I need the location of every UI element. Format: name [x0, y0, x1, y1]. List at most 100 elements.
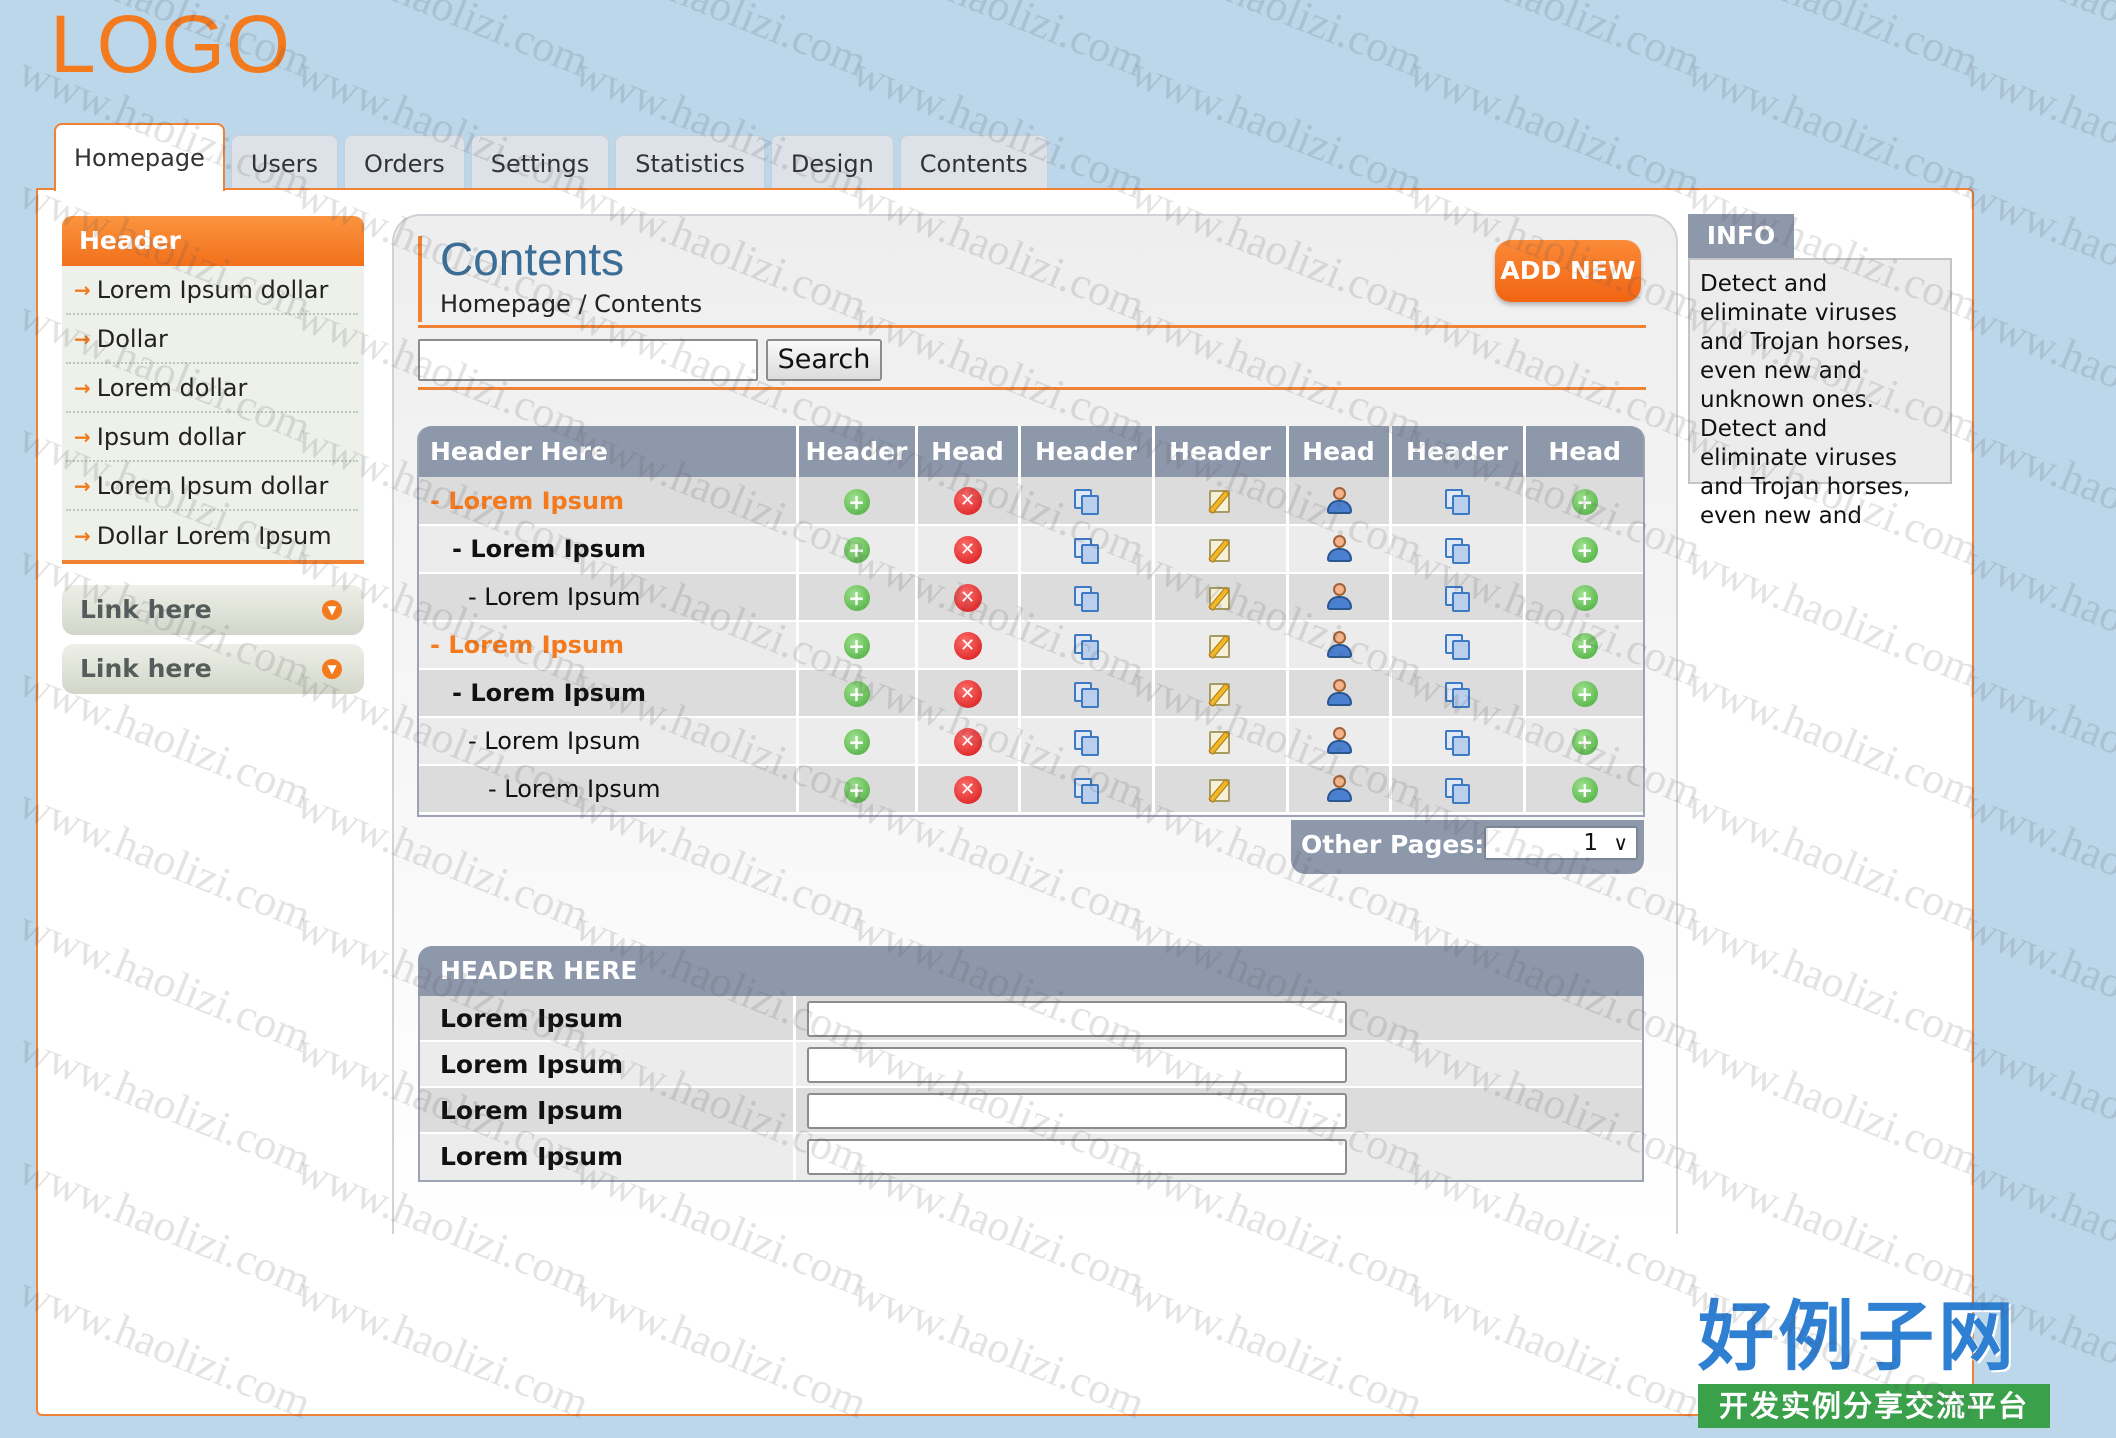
- tab-contents[interactable]: Contents: [899, 135, 1048, 191]
- add-icon[interactable]: +: [1571, 777, 1598, 803]
- form-row: Lorem Ipsum: [420, 1134, 1642, 1180]
- user-icon[interactable]: [1325, 774, 1353, 804]
- delete-icon[interactable]: ✕: [953, 535, 982, 564]
- icon-cell: +: [797, 573, 918, 622]
- delete-icon[interactable]: ✕: [953, 775, 982, 804]
- delete-icon[interactable]: ✕: [953, 727, 982, 756]
- table-row: - Lorem Ipsum + ✕ +: [418, 573, 1644, 622]
- tab-design[interactable]: Design: [770, 135, 894, 191]
- sidebar-item[interactable]: → Lorem Ipsum dollar: [66, 266, 358, 315]
- edit-icon[interactable]: [1206, 584, 1234, 612]
- copy-icon[interactable]: [1072, 776, 1100, 804]
- add-icon[interactable]: +: [1571, 729, 1598, 755]
- sidebar-item[interactable]: → Lorem Ipsum dollar: [66, 462, 358, 511]
- add-icon[interactable]: +: [1571, 633, 1598, 659]
- tab-orders[interactable]: Orders: [344, 135, 465, 191]
- copy-icon[interactable]: [1072, 680, 1100, 708]
- search-button[interactable]: Search: [766, 339, 882, 381]
- add-icon[interactable]: +: [843, 777, 870, 803]
- tab-users[interactable]: Users: [230, 135, 339, 191]
- sidebar-link-label: Link here: [80, 595, 212, 624]
- copy-icon[interactable]: [1072, 584, 1100, 612]
- icon-cell: [1019, 621, 1155, 670]
- copy-icon[interactable]: [1443, 632, 1471, 660]
- sidebar-item-label: Lorem Ipsum dollar: [96, 275, 329, 304]
- add-icon[interactable]: +: [843, 537, 870, 563]
- page-select[interactable]: 1 ∨: [1484, 826, 1638, 860]
- copy-icon[interactable]: [1443, 584, 1471, 612]
- tab-statistics[interactable]: Statistics: [615, 135, 765, 191]
- watermark-text: www.haolizi.com: [568, 0, 874, 87]
- form-input[interactable]: [807, 1139, 1347, 1175]
- column-header: Head: [1524, 426, 1644, 477]
- user-icon[interactable]: [1325, 582, 1353, 612]
- form-input[interactable]: [807, 1047, 1347, 1083]
- delete-icon[interactable]: ✕: [953, 631, 982, 660]
- column-header: Head: [1287, 426, 1392, 477]
- chevron-down-icon: ▼: [322, 600, 342, 620]
- edit-icon[interactable]: [1206, 487, 1234, 515]
- tab-settings[interactable]: Settings: [470, 135, 610, 191]
- icon-cell: [1287, 477, 1392, 526]
- edit-icon[interactable]: [1206, 776, 1234, 804]
- user-icon[interactable]: [1325, 630, 1353, 660]
- sidebar-item[interactable]: → Dollar Lorem Ipsum: [66, 511, 358, 560]
- tab-homepage[interactable]: Homepage: [54, 123, 225, 191]
- copy-icon[interactable]: [1443, 487, 1471, 515]
- edit-icon[interactable]: [1206, 632, 1234, 660]
- add-icon[interactable]: +: [1571, 585, 1598, 611]
- watermark-text: www.haolizi.com: [846, 0, 1152, 87]
- add-icon[interactable]: +: [1571, 681, 1598, 707]
- copy-icon[interactable]: [1072, 536, 1100, 564]
- sidebar-header: Header: [62, 216, 364, 266]
- row-label: - Lorem Ipsum: [418, 573, 799, 622]
- sidebar-link-1[interactable]: Link here ▼: [62, 585, 364, 635]
- table-row: - Lorem Ipsum + ✕ +: [418, 477, 1644, 526]
- icon-cell: [1153, 573, 1289, 622]
- form-row: Lorem Ipsum: [420, 1088, 1642, 1134]
- add-new-button[interactable]: ADD NEW: [1495, 240, 1641, 302]
- icon-cell: [1153, 765, 1289, 814]
- add-icon[interactable]: +: [843, 681, 870, 707]
- sidebar-item[interactable]: → Dollar: [66, 315, 358, 364]
- chevron-down-icon: ∨: [1613, 831, 1628, 855]
- sidebar-item[interactable]: → Ipsum dollar: [66, 413, 358, 462]
- user-icon[interactable]: [1325, 534, 1353, 564]
- user-icon[interactable]: [1325, 486, 1353, 516]
- icon-cell: +: [797, 669, 918, 718]
- sidebar-item[interactable]: → Lorem dollar: [66, 364, 358, 413]
- copy-icon[interactable]: [1443, 536, 1471, 564]
- edit-icon[interactable]: [1206, 680, 1234, 708]
- info-text: Detect and eliminate viruses and Trojan …: [1688, 258, 1952, 529]
- add-icon[interactable]: +: [843, 633, 870, 659]
- delete-icon[interactable]: ✕: [953, 679, 982, 708]
- form-row: Lorem Ipsum: [420, 996, 1642, 1042]
- watermark-text: www.haolizi.com: [1958, 0, 2116, 87]
- copy-icon[interactable]: [1443, 728, 1471, 756]
- icon-cell: +: [1524, 573, 1644, 622]
- icon-cell: +: [1524, 525, 1644, 574]
- user-icon[interactable]: [1325, 678, 1353, 708]
- sidebar-item-label: Dollar Lorem Ipsum: [96, 521, 332, 550]
- add-icon[interactable]: +: [1571, 488, 1598, 515]
- form-input[interactable]: [807, 1001, 1347, 1037]
- edit-icon[interactable]: [1206, 536, 1234, 564]
- search-input[interactable]: [418, 339, 758, 381]
- add-icon[interactable]: +: [843, 488, 870, 515]
- copy-icon[interactable]: [1443, 680, 1471, 708]
- copy-icon[interactable]: [1443, 776, 1471, 804]
- copy-icon[interactable]: [1072, 487, 1100, 515]
- arrow-right-icon: →: [74, 523, 91, 548]
- copy-icon[interactable]: [1072, 632, 1100, 660]
- user-icon[interactable]: [1325, 726, 1353, 756]
- sidebar-link-2[interactable]: Link here ▼: [62, 644, 364, 694]
- icon-cell: [1153, 477, 1289, 526]
- add-icon[interactable]: +: [843, 585, 870, 611]
- edit-icon[interactable]: [1206, 728, 1234, 756]
- add-icon[interactable]: +: [1571, 537, 1598, 563]
- delete-icon[interactable]: ✕: [953, 487, 982, 515]
- add-icon[interactable]: +: [843, 729, 870, 755]
- delete-icon[interactable]: ✕: [953, 583, 982, 612]
- copy-icon[interactable]: [1072, 728, 1100, 756]
- form-input[interactable]: [807, 1093, 1347, 1129]
